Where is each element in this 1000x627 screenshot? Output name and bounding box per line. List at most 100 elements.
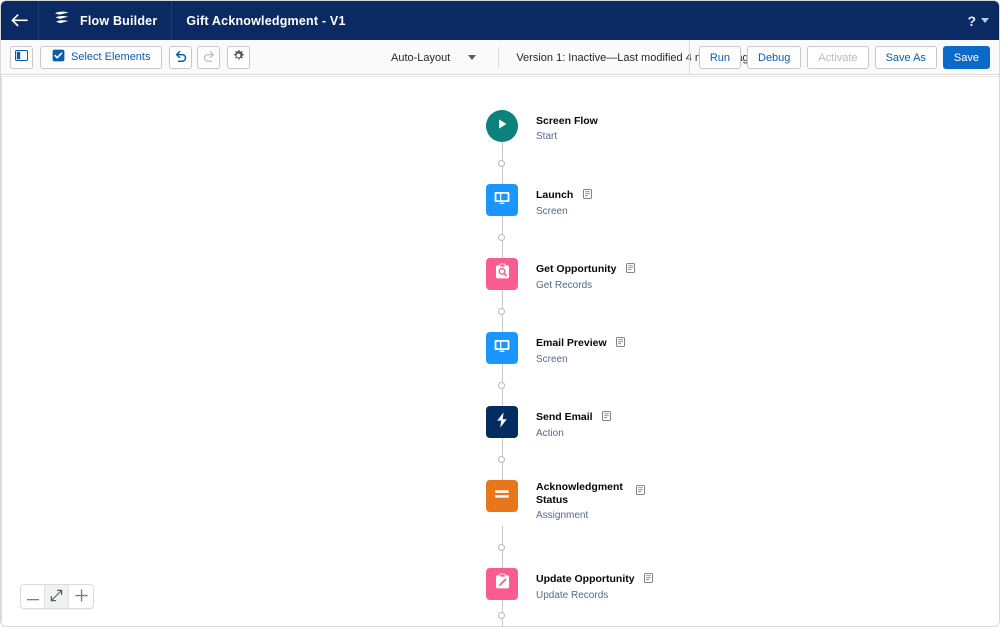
flow-connector: [486, 364, 518, 406]
back-button[interactable]: [1, 1, 39, 40]
run-button[interactable]: Run: [698, 46, 741, 69]
flow-node-icon-start[interactable]: [486, 110, 518, 142]
flow-node: Update Opportunity Update Records: [486, 568, 653, 601]
flow-connector: [486, 142, 518, 184]
save-button[interactable]: Save: [942, 46, 990, 69]
flow-node-text: Launch Screen: [536, 184, 592, 218]
flow-node-icon-screen[interactable]: [486, 332, 518, 364]
flow-node-icon-assignment[interactable]: [486, 480, 518, 512]
flow-node-text: Email Preview Screen: [536, 332, 625, 366]
flow-node-text: Send Email Action: [536, 406, 611, 440]
zoom-in-button[interactable]: [69, 585, 93, 608]
add-element-circle-icon[interactable]: [498, 308, 505, 315]
select-elements-icon: [52, 49, 65, 65]
flow-node-type: Start: [536, 131, 558, 142]
element-description-icon[interactable]: [616, 334, 625, 352]
update-records-pencil-icon: [493, 572, 512, 596]
flow-node-type: Screen: [536, 206, 568, 217]
flow-builder-logo-icon: [53, 10, 71, 31]
flow-node: Acknowledgment Status Assignment: [486, 480, 653, 521]
flow-connector: [486, 216, 518, 258]
save-as-button[interactable]: Save As: [874, 46, 937, 69]
lightning-action-icon: [494, 411, 510, 434]
activate-button[interactable]: Activate: [807, 46, 869, 69]
gear-icon: [232, 49, 245, 65]
debug-button[interactable]: Debug: [747, 46, 802, 69]
app-header: Flow Builder Gift Acknowledgment - V1 ?: [1, 1, 999, 40]
zoom-fit-button[interactable]: [45, 585, 69, 608]
flow-node-label: Email Preview: [536, 337, 607, 349]
flow-canvas[interactable]: Screen Flow Start Launch Screen Get Oppo…: [1, 76, 999, 626]
add-element-circle-icon[interactable]: [498, 612, 505, 619]
flow-node: Send Email Action: [486, 406, 653, 440]
page-title: Gift Acknowledgment - V1: [186, 13, 346, 28]
builder-toolbar: Select Elements Auto-Layout Version 1: I…: [1, 40, 999, 75]
minus-icon: [26, 590, 39, 603]
flow-node-type: Action: [536, 428, 564, 439]
redo-icon: [202, 49, 216, 65]
get-records-search-icon: [493, 262, 512, 286]
app-home-link[interactable]: Flow Builder: [39, 1, 173, 40]
app-name: Flow Builder: [80, 13, 158, 28]
flow-connector: [486, 526, 518, 568]
element-description-icon[interactable]: [602, 408, 611, 426]
flow-node: Screen Flow Start: [486, 110, 653, 142]
arrow-left-icon: [11, 14, 28, 27]
undo-button[interactable]: [169, 45, 193, 69]
redo-button[interactable]: [197, 45, 221, 69]
element-description-icon[interactable]: [582, 186, 592, 204]
flow-node-list: Screen Flow Start Launch Screen Get Oppo…: [486, 110, 653, 626]
flow-node-type: Update Records: [536, 590, 609, 601]
flow-connector: [486, 290, 518, 332]
undo-icon: [174, 49, 188, 65]
chevron-down-icon: [468, 55, 477, 60]
flow-node-type: Get Records: [536, 280, 593, 291]
flow-node-label: Update Opportunity: [536, 573, 635, 585]
add-element-circle-icon[interactable]: [498, 160, 505, 167]
flow-node: Email Preview Screen: [486, 332, 653, 366]
zoom-out-button[interactable]: [21, 585, 45, 608]
help-icon: ?: [967, 12, 976, 29]
toolbar-right-group: Run Debug Activate Save As Save: [688, 40, 990, 75]
add-element-circle-icon[interactable]: [498, 544, 505, 551]
flow-node: Launch Screen: [486, 184, 653, 218]
flow-connector: [486, 438, 518, 480]
chevron-down-icon: [981, 18, 989, 23]
flow-node-label: Send Email: [536, 411, 593, 423]
screen-monitor-icon: [493, 189, 511, 212]
zoom-controls: [20, 584, 94, 609]
fit-to-screen-icon: [50, 589, 63, 604]
assignment-bars-icon: [493, 486, 511, 507]
flow-builder-window: Flow Builder Gift Acknowledgment - V1 ?: [0, 0, 1000, 627]
element-description-icon[interactable]: [644, 570, 653, 588]
add-element-circle-icon[interactable]: [498, 234, 505, 241]
flow-node-label: Acknowledgment Status: [536, 481, 623, 506]
help-menu-button[interactable]: ?: [967, 1, 989, 40]
screen-monitor-icon: [493, 337, 511, 360]
undo-redo-group: [169, 45, 221, 69]
element-description-icon[interactable]: [636, 482, 645, 500]
flow-node-text: Acknowledgment Status Assignment: [536, 480, 645, 522]
flow-node-type: Assignment: [536, 509, 589, 521]
play-start-icon: [495, 117, 509, 136]
toggle-left-panel-icon: [15, 50, 28, 64]
select-elements-button[interactable]: Select Elements: [40, 45, 163, 69]
flow-node-label: Get Opportunity: [536, 263, 617, 275]
flow-node-text: Screen Flow Start: [536, 110, 598, 143]
element-description-icon[interactable]: [626, 260, 635, 278]
toolbar-left-group: Select Elements: [10, 45, 251, 69]
add-element-circle-icon[interactable]: [498, 456, 505, 463]
flow-node-icon-screen[interactable]: [486, 184, 518, 216]
flow-node-label: Screen Flow: [536, 115, 598, 127]
settings-button[interactable]: [227, 45, 251, 69]
add-element-circle-icon[interactable]: [498, 382, 505, 389]
layout-mode-dropdown[interactable]: Auto-Layout: [381, 46, 486, 69]
flow-node-label: Launch: [536, 189, 574, 201]
flow-node-icon-action[interactable]: [486, 406, 518, 438]
flow-node-icon-get-records[interactable]: [486, 258, 518, 290]
flow-node: Get Opportunity Get Records: [486, 258, 653, 291]
toggle-left-panel-button[interactable]: [10, 45, 33, 69]
flow-node-icon-update-records[interactable]: [486, 568, 518, 600]
plus-icon: [74, 589, 88, 604]
layout-mode-value: Auto-Layout: [391, 51, 451, 64]
